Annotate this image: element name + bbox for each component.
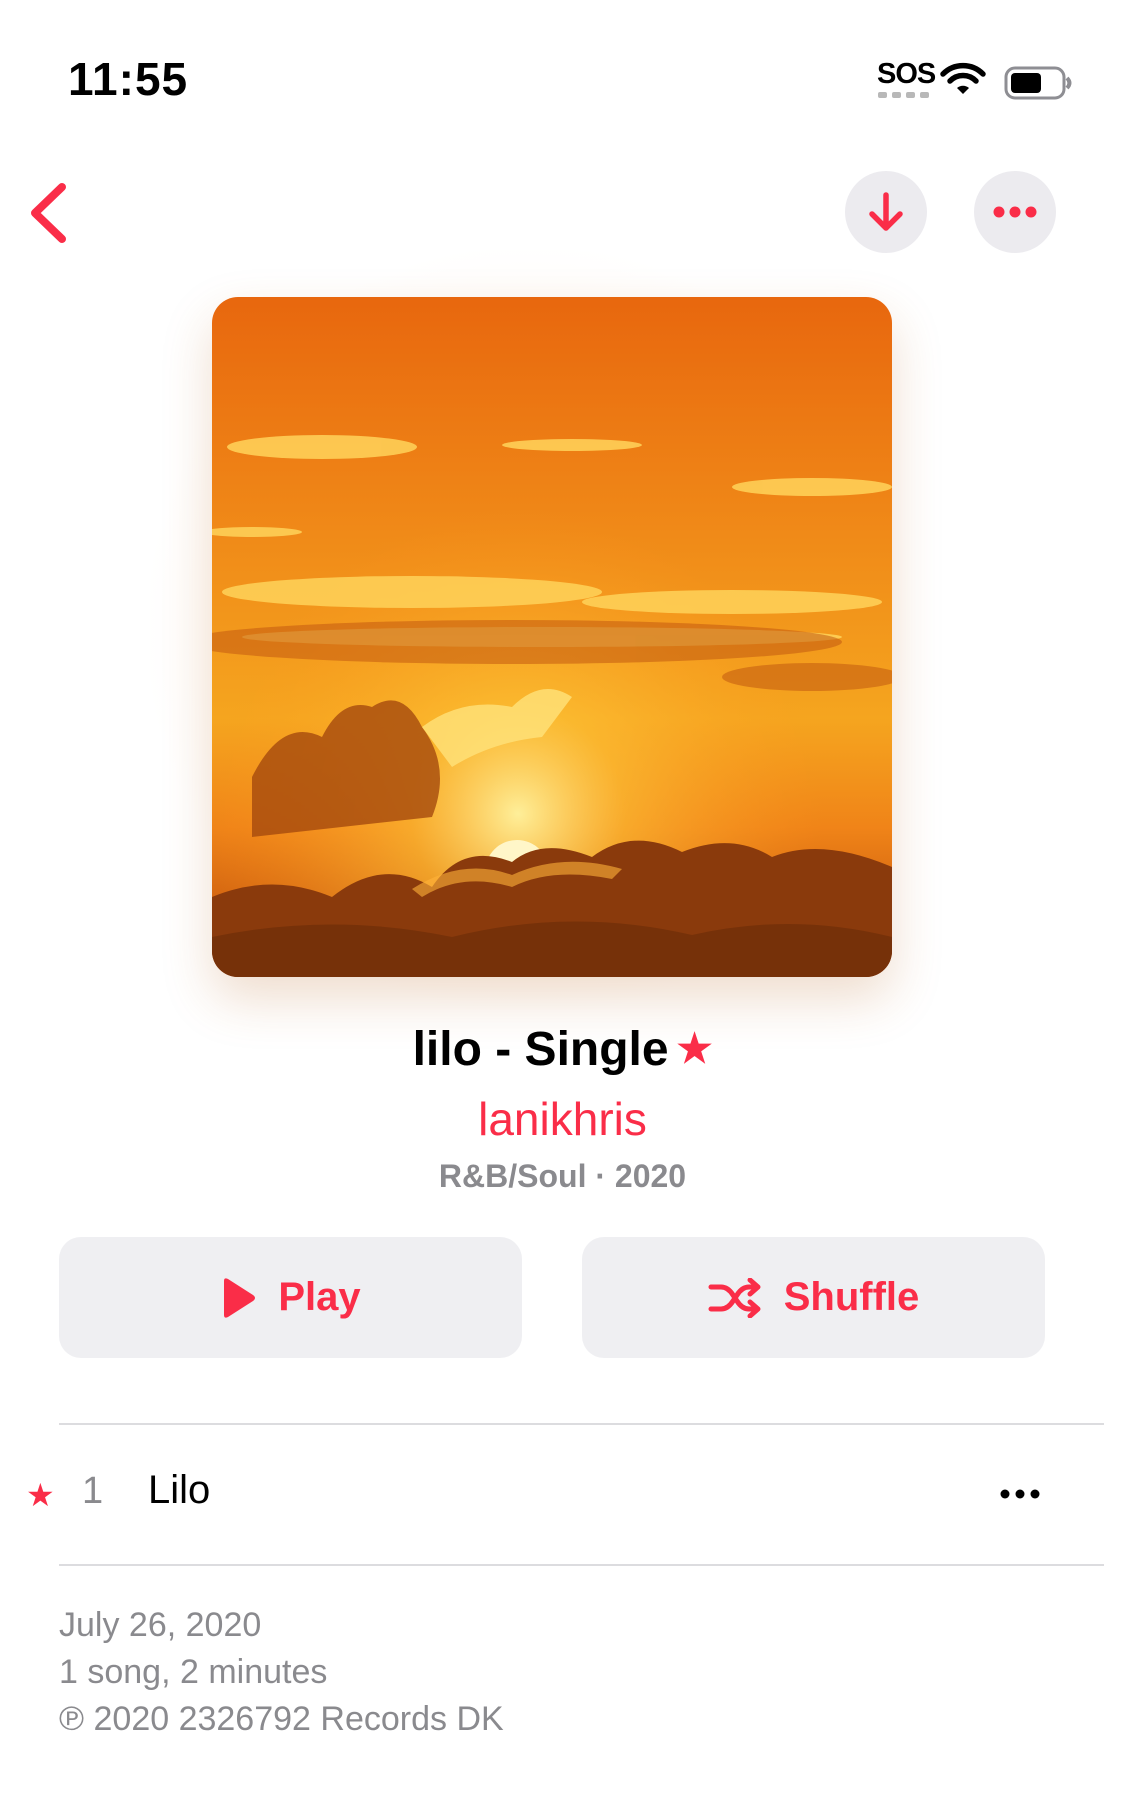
chevron-left-icon — [31, 183, 66, 243]
wifi-icon — [940, 62, 986, 94]
sunset-artwork — [212, 297, 892, 977]
back-button[interactable] — [26, 182, 70, 244]
sos-indicator: SOS — [877, 58, 936, 90]
track-title: Lilo — [148, 1468, 211, 1512]
favorite-star-icon: ★ — [26, 1477, 55, 1513]
album-title-text: lilo - Single — [412, 1023, 669, 1076]
shuffle-icon — [708, 1277, 761, 1318]
album-title: lilo - Single ★ — [0, 1022, 1125, 1077]
shuffle-button[interactable]: Shuffle — [582, 1237, 1045, 1358]
copyright-notice: ℗ 2020 2326792 Records DK — [59, 1700, 504, 1738]
play-icon — [224, 1277, 256, 1318]
play-button[interactable]: Play — [59, 1237, 522, 1358]
ellipsis-icon — [993, 206, 1037, 218]
track-more-button[interactable] — [990, 1464, 1050, 1524]
play-label: Play — [278, 1275, 361, 1319]
download-button[interactable] — [845, 171, 927, 253]
shuffle-label: Shuffle — [783, 1275, 920, 1319]
ellipsis-icon — [1000, 1489, 1040, 1499]
track-row[interactable]: ★ 1 Lilo — [0, 1424, 1125, 1564]
battery-icon — [1004, 66, 1072, 100]
favorite-star-icon: ★ — [676, 1027, 713, 1071]
status-bar: 11:55 SOS — [0, 0, 1125, 150]
arrow-down-icon — [869, 192, 903, 231]
album-artwork[interactable] — [212, 297, 892, 977]
track-number: 1 — [82, 1470, 104, 1512]
album-summary: 1 song, 2 minutes — [59, 1653, 328, 1691]
album-genre-year: R&B/Soul · 2020 — [438, 1158, 687, 1194]
signal-dots-icon — [878, 92, 929, 98]
divider — [59, 1564, 1104, 1566]
status-time: 11:55 — [68, 53, 189, 105]
artist-link[interactable]: lanikhris — [0, 1092, 1125, 1146]
more-options-button[interactable] — [974, 171, 1056, 253]
release-date: July 26, 2020 — [59, 1606, 262, 1644]
